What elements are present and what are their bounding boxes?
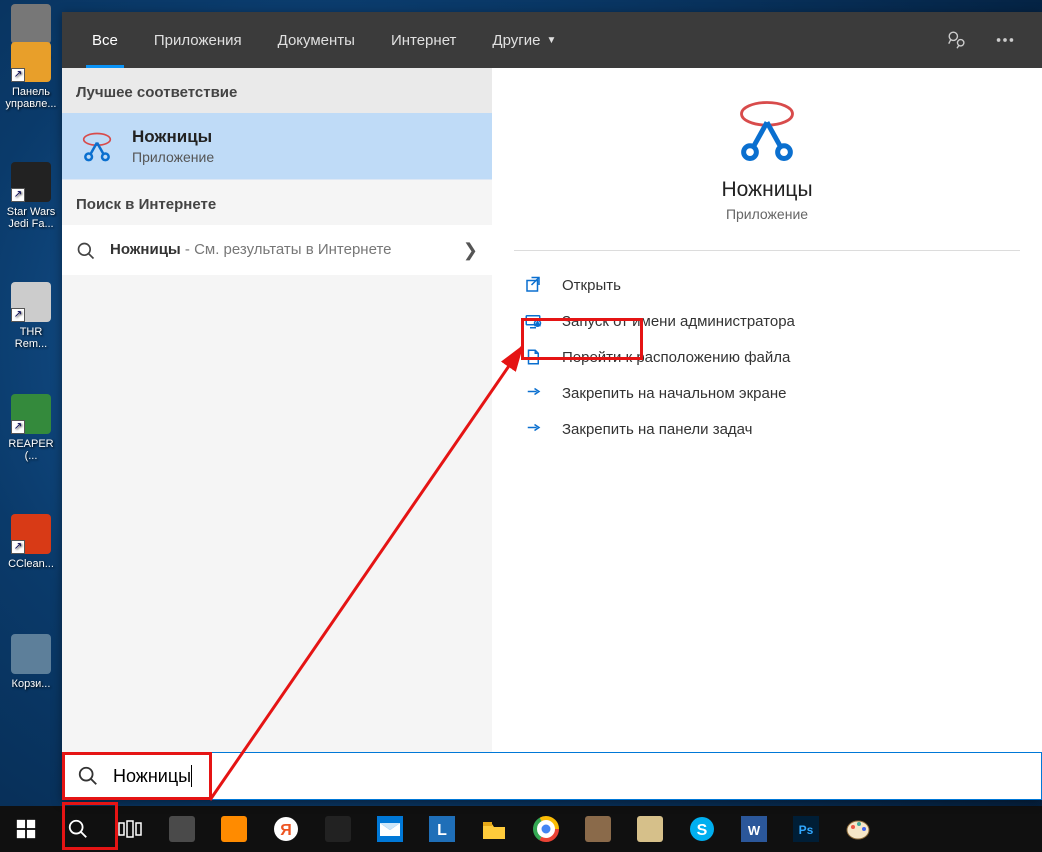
- tab-интернет[interactable]: Интернет: [373, 12, 474, 68]
- taskbar-app-mail[interactable]: [364, 806, 416, 852]
- svg-text:L: L: [437, 822, 447, 839]
- taskbar-app-skype[interactable]: S: [676, 806, 728, 852]
- detail-header: Ножницы Приложение: [492, 68, 1042, 240]
- search-content: Лучшее соответствие Ножницы Приложение П…: [62, 68, 1042, 752]
- svg-text:Ps: Ps: [799, 823, 814, 837]
- results-column: Лучшее соответствие Ножницы Приложение П…: [62, 68, 492, 752]
- task-view-button[interactable]: [104, 806, 156, 852]
- desktop-icon[interactable]: ↗REAPER (...: [0, 390, 62, 472]
- pin-icon: [524, 384, 544, 402]
- chevron-right-icon: ❯: [453, 240, 478, 261]
- taskbar-app-ps[interactable]: Ps: [780, 806, 832, 852]
- open-icon: [524, 276, 544, 294]
- detail-app-icon: [733, 94, 801, 162]
- detail-column: Ножницы Приложение ОткрытьЗапуск от имен…: [492, 68, 1042, 752]
- action-pin[interactable]: Закрепить на панели задач: [492, 411, 1042, 447]
- taskbar-app-paint[interactable]: [832, 806, 884, 852]
- taskbar-app-yandex[interactable]: Я: [260, 806, 312, 852]
- desktop-icon[interactable]: Корзи...: [0, 630, 62, 700]
- tab-приложения[interactable]: Приложения: [136, 12, 260, 68]
- pin-icon: [524, 420, 544, 438]
- file-icon: [524, 348, 544, 366]
- divider: [514, 250, 1020, 251]
- svg-text:Я: Я: [280, 822, 292, 839]
- search-icon: [76, 241, 98, 261]
- detail-subtitle: Приложение: [492, 206, 1042, 222]
- taskbar-app-word[interactable]: W: [728, 806, 780, 852]
- web-search-result[interactable]: Ножницы - См. результаты в Интернете ❯: [62, 225, 492, 275]
- desktop-icon[interactable]: ↗CClean...: [0, 510, 62, 580]
- desktop-icon[interactable]: ↗Панель управле...: [0, 38, 62, 120]
- action-file[interactable]: Перейти к расположению файла: [492, 339, 1042, 375]
- taskbar-app-files[interactable]: [468, 806, 520, 852]
- admin-icon: [524, 312, 544, 330]
- detail-actions: ОткрытьЗапуск от имени администратораПер…: [492, 267, 1042, 447]
- search-tabs: ВсеПриложенияДокументыИнтернетДругие▼: [62, 12, 1042, 68]
- desktop-icon[interactable]: ↗THR Rem...: [0, 278, 62, 360]
- start-button[interactable]: [0, 806, 52, 852]
- more-options-icon[interactable]: [990, 25, 1020, 55]
- best-match-header: Лучшее соответствие: [62, 68, 492, 113]
- taskbar-app-photos[interactable]: [572, 806, 624, 852]
- taskbar-app-L[interactable]: L: [416, 806, 468, 852]
- action-admin[interactable]: Запуск от имени администратора: [492, 303, 1042, 339]
- taskbar-app-sublime[interactable]: [208, 806, 260, 852]
- detail-title: Ножницы: [492, 178, 1042, 202]
- feedback-icon[interactable]: [942, 25, 972, 55]
- taskbar-app-notes[interactable]: [624, 806, 676, 852]
- taskbar-search-button[interactable]: [52, 806, 104, 852]
- web-query: Ножницы: [110, 241, 181, 258]
- tab-документы[interactable]: Документы: [260, 12, 373, 68]
- best-match-type: Приложение: [132, 149, 214, 165]
- web-search-header: Поиск в Интернете: [62, 180, 492, 225]
- best-match-item[interactable]: Ножницы Приложение: [62, 113, 492, 180]
- svg-text:S: S: [697, 822, 708, 839]
- taskbar: Я L S W Ps: [0, 806, 1042, 852]
- desktop-icon[interactable]: ↗Star Wars Jedi Fa...: [0, 158, 62, 240]
- web-sub: - См. результаты в Интернете: [181, 241, 392, 258]
- svg-text:W: W: [748, 823, 761, 838]
- taskbar-app-chrome[interactable]: [520, 806, 572, 852]
- search-popup: ВсеПриложенияДокументыИнтернетДругие▼ Лу…: [62, 12, 1042, 800]
- search-input-text: Ножницы: [113, 766, 191, 787]
- tabs-right-controls: [942, 12, 1030, 68]
- search-bar-icon: [77, 765, 99, 787]
- tab-все[interactable]: Все: [74, 12, 136, 68]
- best-match-name: Ножницы: [132, 127, 214, 147]
- action-open[interactable]: Открыть: [510, 267, 643, 303]
- chevron-down-icon: ▼: [546, 35, 556, 46]
- search-input-bar[interactable]: Ножницы: [62, 752, 1042, 800]
- snipping-tool-icon: [76, 125, 118, 167]
- tab-другие[interactable]: Другие▼: [474, 12, 574, 68]
- taskbar-app-tool[interactable]: [312, 806, 364, 852]
- action-pin[interactable]: Закрепить на начальном экране: [492, 375, 1042, 411]
- taskbar-app-browser[interactable]: [156, 806, 208, 852]
